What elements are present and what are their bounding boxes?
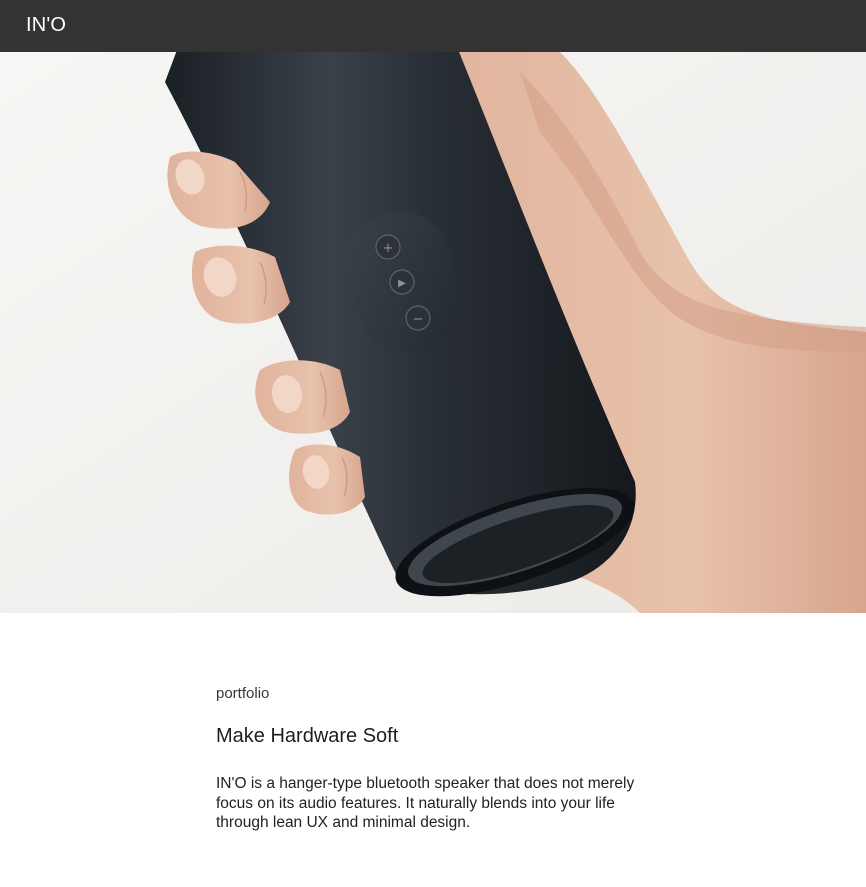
section-label: portfolio (216, 685, 270, 702)
svg-text:+: + (383, 241, 394, 256)
speaker-in-hand-photo-icon: + ▶ − (0, 52, 866, 613)
top-navigation-bar: IN'O (0, 0, 866, 52)
project-description: IN'O is a hanger-type bluetooth speaker … (216, 775, 635, 831)
brand-logo[interactable]: IN'O (26, 12, 66, 38)
svg-text:▶: ▶ (398, 278, 406, 289)
project-description-section: portfolio Make Hardware Soft IN'O is a h… (216, 684, 666, 833)
page-title: Make Hardware Soft (216, 725, 399, 747)
hero-image: + ▶ − (0, 52, 866, 613)
svg-text:−: − (413, 312, 424, 327)
